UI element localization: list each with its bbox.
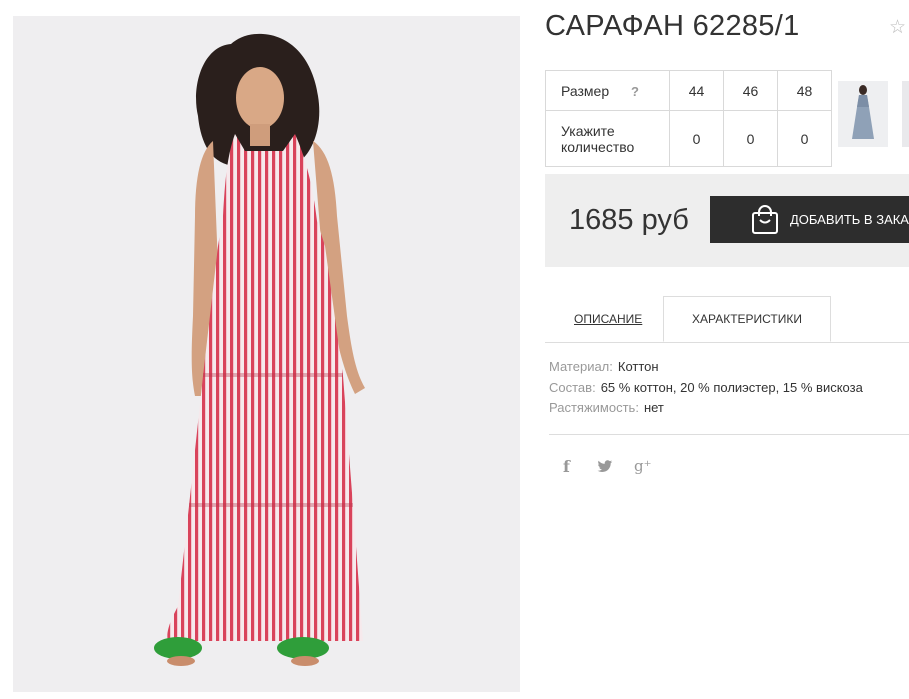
- spec-key: Состав:: [549, 379, 596, 395]
- quantity-row: Укажите количество 0 0 0: [545, 110, 832, 167]
- google-plus-icon[interactable]: g⁺: [634, 457, 652, 475]
- add-to-order-label: ДОБАВИТЬ В ЗАКАЗ: [790, 212, 909, 227]
- spec-value: нет: [643, 400, 664, 415]
- characteristics-list: Материал: Коттон Состав: 65 % коттон, 20 %…: [549, 359, 863, 421]
- quantity-input-44[interactable]: 0: [669, 110, 724, 167]
- product-thumbnail[interactable]: [838, 81, 888, 147]
- price-panel: 1685 руб ДОБАВИТЬ В ЗАКАЗ: [545, 174, 909, 267]
- product-thumbnail-2[interactable]: [902, 81, 909, 147]
- spec-value: 65 % коттон, 20 % полиэстер, 15 % вискоз…: [600, 379, 863, 395]
- size-row: Размер ? 44 46 48: [545, 70, 832, 111]
- add-to-order-button[interactable]: ДОБАВИТЬ В ЗАКАЗ: [710, 196, 909, 243]
- shopping-bag-icon: [752, 205, 778, 234]
- twitter-icon[interactable]: [597, 460, 613, 478]
- facebook-icon[interactable]: f: [563, 457, 570, 476]
- size-label: Размер: [561, 82, 610, 99]
- size-help-icon[interactable]: ?: [631, 84, 639, 99]
- spec-row: Материал: Коттон: [549, 359, 863, 380]
- size-44: 44: [669, 70, 724, 111]
- star-outline-icon[interactable]: ☆: [889, 16, 906, 39]
- product-main-image[interactable]: [13, 16, 520, 692]
- spec-key: Материал:: [549, 359, 613, 374]
- spec-key: Растяжимость:: [549, 400, 639, 415]
- product-price: 1685 руб: [569, 204, 689, 236]
- tab-description[interactable]: ОПИСАНИЕ: [574, 312, 642, 326]
- spec-row: Растяжимость: нет: [549, 400, 863, 421]
- spec-row: Состав: 65 % коттон, 20 % полиэстер, 15 %…: [549, 380, 863, 401]
- spec-value: Коттон: [617, 359, 659, 374]
- divider: [549, 434, 909, 435]
- size-quantity-table: Размер ? 44 46 48 Укажите количество 0 0…: [545, 70, 832, 167]
- size-48: 48: [777, 70, 832, 111]
- quantity-label: Укажите количество: [545, 110, 670, 167]
- quantity-input-46[interactable]: 0: [723, 110, 778, 167]
- size-label-cell: Размер ?: [545, 70, 670, 111]
- tab-characteristics[interactable]: ХАРАКТЕРИСТИКИ: [663, 296, 831, 342]
- product-photo-illustration: [154, 33, 365, 666]
- product-title: САРАФАН 62285/1: [545, 10, 800, 42]
- product-tabs: ОПИСАНИЕ ХАРАКТЕРИСТИКИ: [545, 296, 909, 343]
- quantity-input-48[interactable]: 0: [777, 110, 832, 167]
- size-46: 46: [723, 70, 778, 111]
